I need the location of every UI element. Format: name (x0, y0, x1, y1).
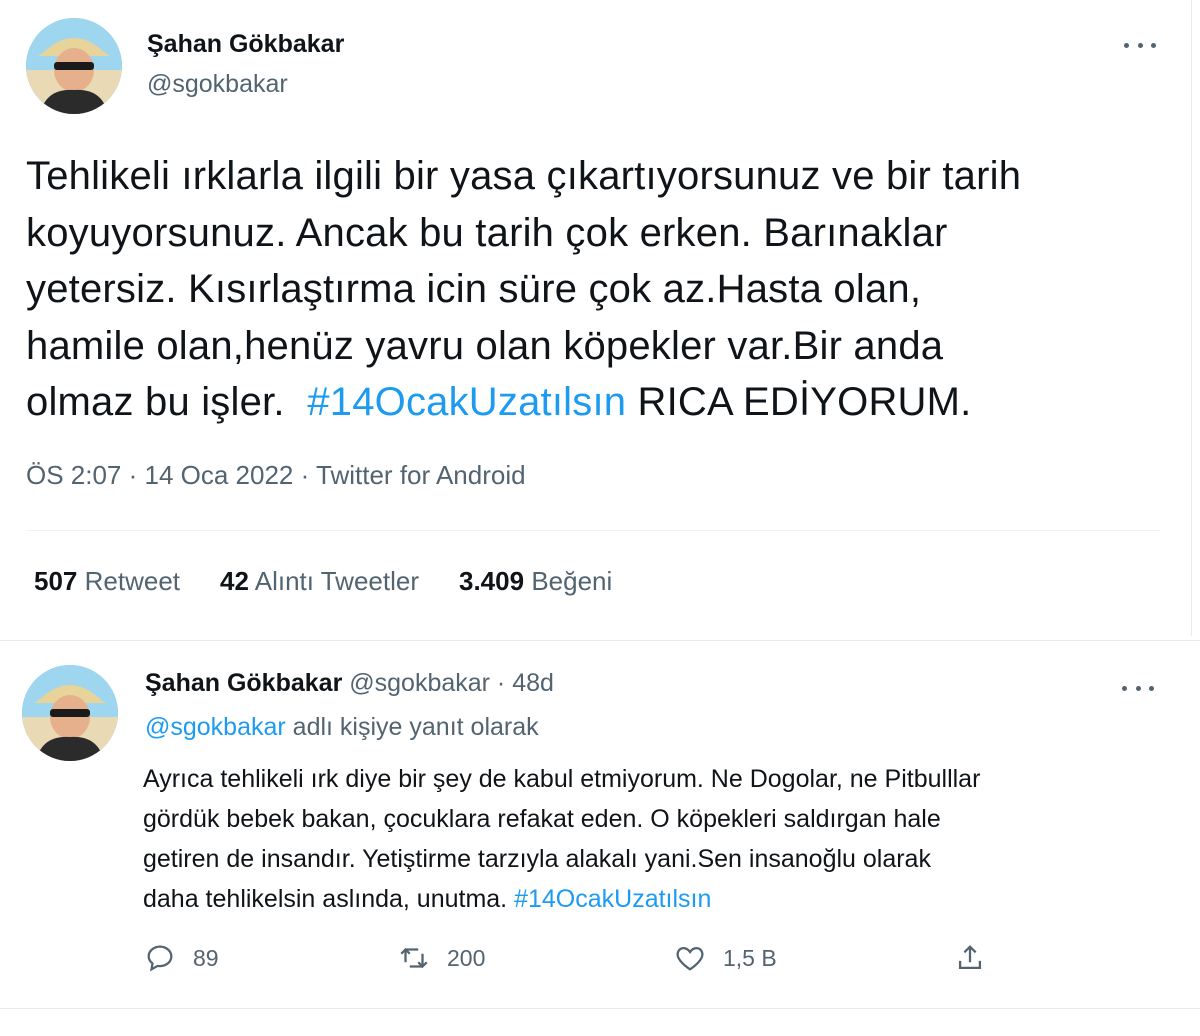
tweet-text-segment: olmaz bu işler. (26, 380, 308, 424)
reply-count: 89 (193, 944, 219, 971)
quote-count: 42 (220, 566, 249, 596)
reply-text-line: gördük bebek bakan, çocuklara refakat ed… (143, 805, 941, 833)
like-label: Beğeni (531, 566, 613, 596)
replying-to: @sgokbakar adlı kişiye yanıt olarak (145, 713, 539, 742)
quote-stat[interactable]: 42 Alıntı Tweetler (220, 566, 419, 597)
retweet-button[interactable]: 200 (397, 941, 485, 975)
author-name[interactable]: Şahan Gökbakar (145, 669, 342, 697)
retweet-icon (400, 947, 428, 969)
reply-text: Ayrıca tehlikeli ırk diye bir şey de kab… (143, 759, 1153, 919)
avatar-image (26, 18, 122, 114)
mention-link[interactable]: @sgokbakar (145, 713, 286, 741)
tweet-text-line: Tehlikeli ırklarla ilgili bir yasa çıkar… (26, 154, 1022, 198)
reply-button[interactable]: 89 (143, 941, 219, 975)
like-stat[interactable]: 3.409 Beğeni (459, 566, 612, 597)
more-icon[interactable] (1124, 38, 1156, 52)
reply-text-segment: daha tehlikelsin aslında, unutma. (143, 885, 515, 913)
tweet-text-line: yetersiz. Kısırlaştırma icin süre çok az… (26, 267, 922, 311)
tweet-text-segment: RICA EDİYORUM. (626, 380, 972, 424)
retweet-count: 200 (447, 944, 486, 971)
reply-text-line: getiren de insandır. Yetiştirme tarzıyla… (143, 845, 931, 873)
tweet-text-line: olmaz bu işler. #14OcakUzatılsın RICA ED… (26, 374, 1176, 431)
like-count: 3.409 (459, 566, 525, 596)
tweet-text: Tehlikeli ırklarla ilgili bir yasa çıkar… (26, 148, 1176, 431)
author-handle-time[interactable]: @sgokbakar · 48d (342, 669, 554, 697)
reply-header: Şahan Gökbakar @sgokbakar · 48d (145, 669, 554, 698)
tweet-meta: ÖS 2:07 · 14 Oca 2022 · Twitter for Andr… (26, 460, 526, 490)
more-icon[interactable] (1122, 681, 1154, 695)
tweet-text-line: hamile olan,henüz yavru olan köpekler va… (26, 323, 944, 368)
hashtag-link[interactable]: #14OcakUzatılsın (514, 885, 711, 913)
divider (0, 1008, 1200, 1009)
quote-label: Alıntı Tweetler (254, 566, 419, 596)
tweet-text-line: koyuyorsunuz. Ancak bu tarih çok erken. … (26, 210, 948, 255)
retweet-count: 507 (34, 566, 78, 596)
divider (26, 530, 1160, 531)
like-icon (676, 946, 704, 971)
reply-text-line: daha tehlikelsin aslında, unutma. #14Oca… (143, 879, 1153, 919)
author-name[interactable]: Şahan Gökbakar (147, 30, 344, 59)
author-avatar[interactable] (22, 665, 118, 761)
like-count: 1,5 B (723, 944, 777, 971)
author-handle[interactable]: @sgokbakar (147, 70, 288, 99)
retweet-stat[interactable]: 507 Retweet (34, 566, 180, 597)
reply-text-line: Ayrıca tehlikeli ırk diye bir şey de kab… (143, 765, 981, 793)
author-avatar[interactable] (26, 18, 122, 114)
reply-tweet[interactable]: Şahan Gökbakar @sgokbakar · 48d @sgokbak… (0, 641, 1200, 1011)
retweet-label: Retweet (84, 566, 181, 596)
replying-to-label: adlı kişiye yanıt olarak (285, 713, 539, 741)
reply-icon (147, 945, 173, 972)
like-button[interactable]: 1,5 B (673, 941, 777, 975)
share-icon (958, 945, 982, 970)
tweet-stats: 507 Retweet 42 Alıntı Tweetler 3.409 Beğ… (34, 566, 612, 597)
tweet-actions: 89 200 1,5 B (143, 941, 1003, 981)
main-tweet: Şahan Gökbakar @sgokbakar Tehlikeli ırkl… (0, 0, 1192, 636)
share-button[interactable] (953, 941, 987, 975)
hashtag-link[interactable]: #14OcakUzatılsın (307, 380, 626, 424)
avatar-image (22, 665, 118, 761)
